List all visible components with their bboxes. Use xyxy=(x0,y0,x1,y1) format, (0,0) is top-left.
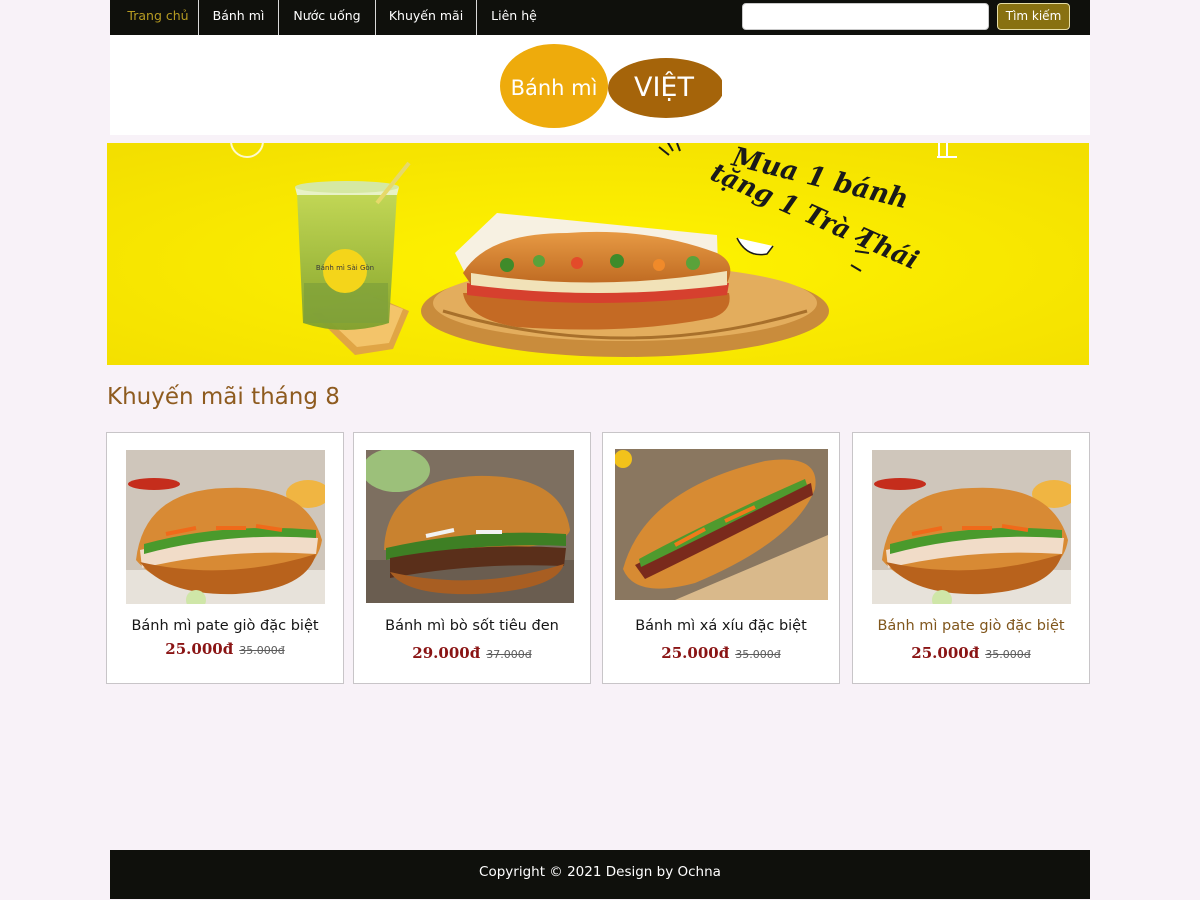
old-price: 35.000đ xyxy=(239,644,285,657)
current-price: 29.000đ xyxy=(412,644,481,662)
cup-label: Bánh mì Sài Gòn xyxy=(316,264,374,272)
banh-mi-xa-xiu-photo[interactable] xyxy=(615,449,828,600)
banh-mi-bo-photo[interactable] xyxy=(366,450,574,603)
banh-mi-pate-photo[interactable] xyxy=(126,450,325,604)
logo-text-banh-mi: Bánh mì xyxy=(511,76,598,100)
product-price: 29.000đ 37.000đ xyxy=(354,643,590,662)
logo-text-viet: VIỆT xyxy=(634,71,694,103)
product-name[interactable]: Bánh mì bò sốt tiêu đen xyxy=(354,618,590,634)
search-input[interactable] xyxy=(742,3,989,30)
current-price: 25.000đ xyxy=(911,644,980,662)
current-price: 25.000đ xyxy=(661,644,730,662)
nav-item-home[interactable]: Trang chủ xyxy=(118,0,198,35)
copyright-text: Copyright © 2021 Design by Ochna xyxy=(479,864,721,880)
product-price: 25.000đ 35.000đ xyxy=(107,639,343,658)
banh-mi-viet-logo[interactable]: Bánh mì VIỆT xyxy=(500,44,722,128)
product-name[interactable]: Bánh mì xá xíu đặc biệt xyxy=(603,618,839,634)
section-title: Khuyến mãi tháng 8 xyxy=(107,384,340,410)
product-name[interactable]: Bánh mì pate giò đặc biệt xyxy=(853,618,1089,634)
site-footer: Copyright © 2021 Design by Ochna xyxy=(110,850,1090,899)
current-price: 25.000đ xyxy=(165,640,234,658)
product-price: 25.000đ 35.000đ xyxy=(603,643,839,662)
nav-item-promotions[interactable]: Khuyến mãi xyxy=(376,0,476,35)
old-price: 35.000đ xyxy=(985,648,1031,661)
product-card[interactable]: Bánh mì bò sốt tiêu đen 29.000đ 37.000đ xyxy=(353,432,591,684)
nav-item-drinks[interactable]: Nước uống xyxy=(279,0,375,35)
nav-item-contact[interactable]: Liên hệ xyxy=(477,0,551,35)
promo-banner[interactable]: Bánh mì Sài Gòn Mua 1 bánh tặng 1 Trà Th… xyxy=(107,143,1089,365)
product-card[interactable]: Bánh mì pate giò đặc biệt 25.000đ 35.000đ xyxy=(852,432,1090,684)
old-price: 37.000đ xyxy=(486,648,532,661)
promo-banner-image: Bánh mì Sài Gòn Mua 1 bánh tặng 1 Trà Th… xyxy=(107,143,1089,365)
product-name[interactable]: Bánh mì pate giò đặc biệt xyxy=(107,618,343,634)
nav-item-banh-mi[interactable]: Bánh mì xyxy=(199,0,278,35)
product-price: 25.000đ 35.000đ xyxy=(853,643,1089,662)
old-price: 35.000đ xyxy=(735,648,781,661)
search-button[interactable]: Tìm kiếm xyxy=(997,3,1070,30)
site-header: Bánh mì VIỆT xyxy=(110,35,1090,135)
banh-mi-pate-photo[interactable] xyxy=(872,450,1071,604)
product-card[interactable]: Bánh mì pate giò đặc biệt 25.000đ 35.000đ xyxy=(106,432,344,684)
product-card[interactable]: Bánh mì xá xíu đặc biệt 25.000đ 35.000đ xyxy=(602,432,840,684)
top-navigation: Trang chủ Bánh mì Nước uống Khuyến mãi L… xyxy=(110,0,1090,35)
